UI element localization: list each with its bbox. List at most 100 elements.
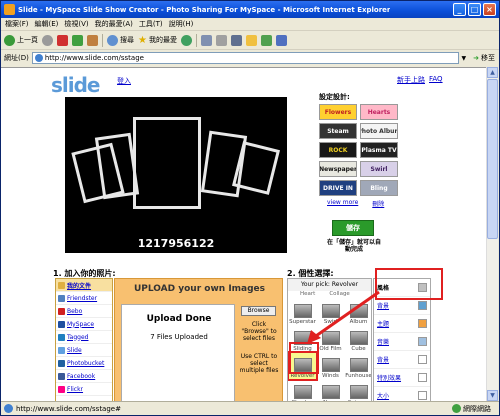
print-button[interactable] [215,34,227,46]
slideshow-preview[interactable]: 1217956122 [65,97,287,253]
slide-logo[interactable]: slide [51,73,100,97]
favorites-button[interactable]: ★ 我的最愛 [138,35,177,46]
photo-source-item[interactable]: Tagged [56,331,112,344]
design-grid: FlowersHeartsSteamPhoto AlbumROCKPlasma … [319,104,399,196]
design-thumb[interactable]: DRIVE IN [319,180,357,196]
go-button[interactable]: ➜ 移至 [469,53,499,63]
design-thumb[interactable]: ROCK [319,142,357,158]
login-link[interactable]: 登入 [117,76,131,86]
personalize-item[interactable]: 音樂 [374,333,430,351]
menu-help[interactable]: 說明(H) [169,19,194,29]
star-icon: ★ [138,34,147,46]
personalize-item[interactable]: 特別效果 [374,369,430,387]
source-icon [58,333,65,341]
personalize-item[interactable]: 背景 [374,351,430,369]
menu-tools[interactable]: 工具(T) [139,19,163,29]
menu-file[interactable]: 檔案(F) [5,19,29,29]
messenger-button[interactable] [260,34,272,46]
address-bar: 網址(D) http://www.slide.com/sstage ▼ ➜ 移至 [1,50,499,66]
research-button[interactable] [275,34,287,46]
page-icon [34,54,43,62]
style-label: Winds [322,373,339,379]
upload-drop-area[interactable]: Upload Done 7 Files Uploaded [121,304,235,401]
address-label: 網址(D) [4,54,29,62]
toolbar-divider [195,33,197,47]
style-option[interactable]: Checker [289,380,316,401]
photo-source-item[interactable]: Friendster [56,292,112,305]
top-links: 新手上路 FAQ [397,75,443,85]
search-button[interactable]: 搜尋 [107,34,134,46]
home-button[interactable] [87,34,98,46]
faq-link[interactable]: FAQ [429,75,443,85]
folder-button[interactable] [245,34,257,46]
upload-panel: UPLOAD your own Images Upload Done 7 Fil… [114,278,283,401]
design-thumb[interactable]: Flowers [319,104,357,120]
toolbar: 上一頁 搜尋 ★ 我的最愛 [1,31,499,50]
history-button[interactable] [180,34,192,46]
design-thumb[interactable]: Swirl [360,161,398,177]
style-option[interactable]: News [317,380,344,401]
address-dropdown-icon[interactable]: ▼ [462,55,467,62]
source-label: Photobucket [67,359,105,367]
source-icon [58,320,65,328]
style-option[interactable]: Winds [317,353,344,379]
photo-source-item[interactable]: Facebook [56,370,112,383]
personalize-item[interactable]: 主題 [374,315,430,333]
browse-button[interactable]: Browse [241,306,276,316]
delete-link[interactable]: 刪除 [372,199,384,208]
mail-icon [200,34,212,46]
photo-source-item[interactable]: Photobucket [56,357,112,370]
style-option[interactable]: Funhouse [345,353,371,379]
photo-source-item[interactable]: Flickr [56,383,112,396]
app-icon [4,4,15,15]
save-button[interactable]: 儲存 [332,220,374,236]
view-more-link[interactable]: view more [327,199,358,208]
personalize-icon [418,337,427,346]
menu-favorites[interactable]: 我的最愛(A) [95,19,133,29]
edit-icon [230,34,242,46]
design-thumb[interactable]: Bling [360,180,398,196]
close-button[interactable]: × [483,3,496,16]
title-bar: Slide - MySpace Slide Show Creator - Pho… [1,1,499,18]
source-label: Friendster [67,294,98,302]
forward-button[interactable] [42,34,53,46]
refresh-icon [72,34,83,46]
page-content: slide 登入 新手上路 FAQ 1217956122 設定設計: Flowe… [1,67,487,401]
design-thumb[interactable]: Hearts [360,104,398,120]
home-icon [87,34,98,46]
personalize-icon [418,319,427,328]
menu-edit[interactable]: 編輯(E) [35,19,59,29]
menu-view[interactable]: 檢視(V) [64,19,88,29]
style-thumb [349,358,368,372]
getting-started-link[interactable]: 新手上路 [397,75,425,85]
style-option[interactable]: Spinner [345,380,371,401]
mail-button[interactable] [200,34,212,46]
design-thumb[interactable]: Steam [319,123,357,139]
source-label: 我的文件 [67,282,92,290]
back-button[interactable]: 上一頁 [4,34,38,46]
scroll-down-icon[interactable]: ▼ [487,390,498,401]
page-icon [4,404,13,413]
maximize-button[interactable]: □ [468,3,481,16]
edit-button[interactable] [230,34,242,46]
photo-source-item[interactable]: Slide [56,344,112,357]
style-thumb [321,358,340,372]
stop-button[interactable] [57,34,68,46]
address-input[interactable]: http://www.slide.com/sstage [31,52,459,64]
refresh-button[interactable] [72,34,83,46]
ctrl-hint: Use CTRL to select multiple files [239,353,279,374]
personalize-item[interactable]: 大小 [374,387,430,401]
scroll-up-icon[interactable]: ▲ [487,67,498,78]
minimize-button[interactable]: _ [453,3,466,16]
scroll-thumb[interactable] [487,79,498,239]
upload-count: 7 Files Uploaded [150,333,208,341]
source-icon [58,385,65,393]
photo-source-item[interactable]: Bebo [56,305,112,318]
design-thumb[interactable]: Plasma TV [360,142,398,158]
photo-source-item[interactable]: 我的文件 [56,279,112,292]
photo-source-item[interactable]: MySpace [56,318,112,331]
history-icon [180,34,192,46]
design-thumb[interactable]: Newspaper [319,161,357,177]
design-thumb[interactable]: Photo Album [360,123,398,139]
vertical-scrollbar[interactable]: ▲ ▼ [486,67,498,401]
